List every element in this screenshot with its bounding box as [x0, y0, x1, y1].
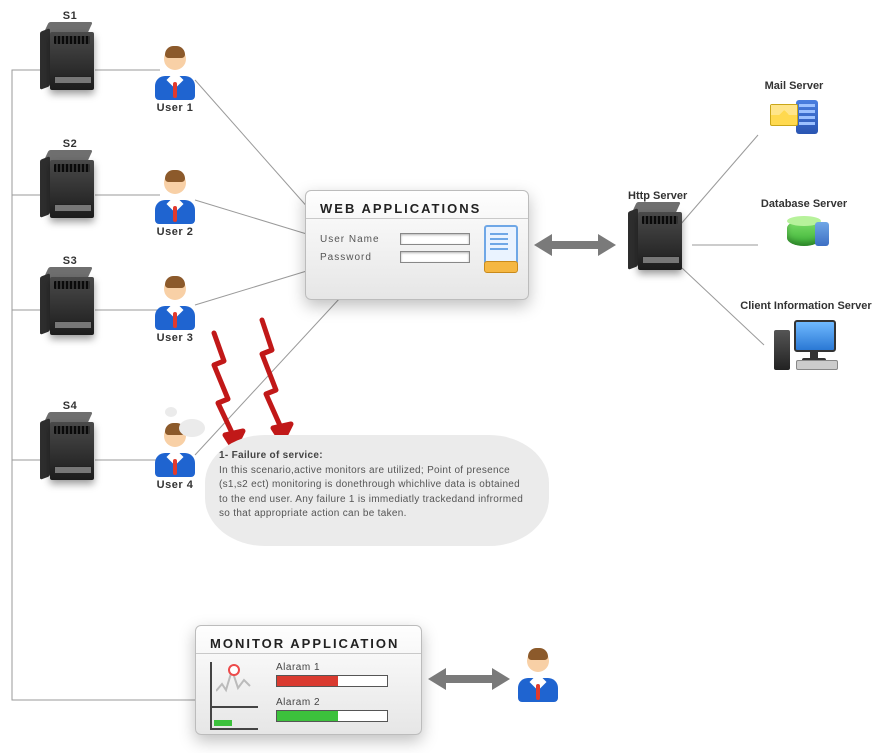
- workstation-icon: [774, 320, 838, 370]
- server-icon: [40, 22, 100, 92]
- alarm-2-label: Alaram 2: [276, 697, 388, 708]
- failure-callout: 1- Failure of service: In this scenario,…: [165, 415, 549, 546]
- bidirectional-arrow-icon: [534, 232, 616, 258]
- database-server-label: Database Server: [734, 198, 874, 210]
- alarm-2-bar: [276, 710, 388, 722]
- server-s3-label: S3: [40, 255, 100, 267]
- server-icon: [628, 202, 688, 272]
- web-applications-panel: WEB APPLICATIONS User Name Password: [305, 190, 529, 300]
- user-2-label: User 2: [155, 226, 195, 238]
- bar-chart-icon: [210, 708, 258, 730]
- alarm-1-label: Alaram 1: [276, 662, 388, 673]
- bidirectional-arrow-icon: [428, 666, 510, 692]
- client-info-server-label: Client Information Server: [736, 300, 876, 314]
- user-icon: [518, 650, 558, 702]
- web-applications-title: WEB APPLICATIONS: [306, 191, 528, 219]
- diagram-canvas: { "servers": { "s1": "S1", "s2": "S2", "…: [0, 0, 886, 753]
- callout-body: In this scenario,active monitors are uti…: [219, 465, 523, 520]
- server-icon: [40, 412, 100, 482]
- document-icon: [482, 225, 518, 269]
- mail-server-icon: [770, 98, 818, 138]
- username-input[interactable]: [400, 233, 470, 245]
- monitor-application-title: MONITOR APPLICATION: [196, 626, 421, 654]
- password-input[interactable]: [400, 251, 470, 263]
- server-icon: [40, 267, 100, 337]
- server-icon: [40, 150, 100, 220]
- mail-server-label: Mail Server: [734, 80, 854, 92]
- server-s1-label: S1: [40, 10, 100, 22]
- user-1-label: User 1: [155, 102, 195, 114]
- user-3-label: User 3: [155, 332, 195, 344]
- database-icon: [783, 216, 825, 250]
- monitor-application-panel: MONITOR APPLICATION Alaram 1 Alaram 2: [195, 625, 422, 735]
- alarm-1-bar: [276, 675, 388, 687]
- server-s2-label: S2: [40, 138, 100, 150]
- server-s4-label: S4: [40, 400, 100, 412]
- user-icon: [155, 172, 195, 224]
- username-label: User Name: [320, 234, 392, 245]
- line-chart-icon: [210, 662, 258, 708]
- user-icon: [155, 278, 195, 330]
- password-label: Password: [320, 252, 392, 263]
- callout-heading: 1- Failure of service:: [219, 450, 323, 461]
- http-server-label: Http Server: [628, 190, 708, 202]
- user-icon: [155, 48, 195, 100]
